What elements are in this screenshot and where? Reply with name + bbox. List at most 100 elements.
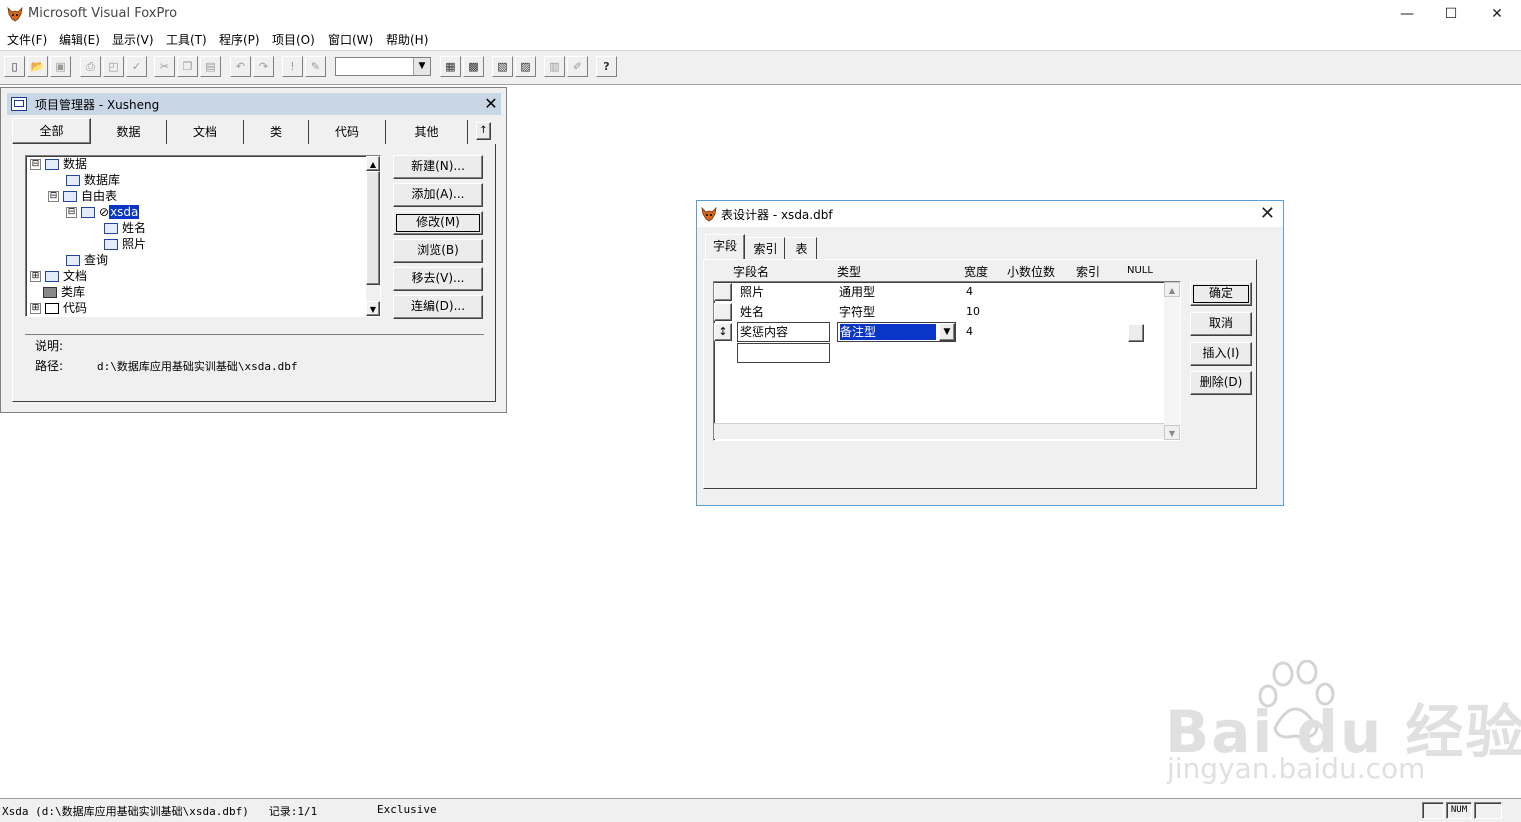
null-toggle-button[interactable] [1128, 324, 1144, 342]
collapse-tabs-button[interactable]: ↑ [476, 122, 491, 140]
menu-view[interactable]: 显示(V) [112, 31, 154, 48]
tab-indexes[interactable]: 索引 [747, 237, 785, 259]
properties-icon[interactable]: ✐ [567, 56, 588, 77]
menu-file[interactable]: 文件(F) [7, 31, 47, 48]
modify-button[interactable]: 修改(M) [393, 211, 483, 235]
fields-grid[interactable]: 照片 通用型 4 姓名 字符型 10 ↕ 奖惩内容 备注型 ▼ 4 ▲ ▼ [713, 281, 1181, 441]
field-name-cell[interactable]: 照片 [740, 283, 764, 301]
tree-item-databases[interactable]: 数据库 [66, 172, 120, 188]
tab-table[interactable]: 表 [787, 237, 817, 259]
command-window-icon[interactable]: ▥ [544, 56, 565, 77]
tab-fields[interactable]: 字段 [705, 234, 745, 260]
toolbar-combo[interactable]: ▼ [335, 57, 431, 76]
tree-scrollbar[interactable]: ▲ ▼ [366, 156, 380, 316]
menu-edit[interactable]: 编辑(E) [59, 31, 100, 48]
remove-button[interactable]: 移去(V)... [393, 267, 483, 291]
field-width-cell[interactable]: 10 [966, 303, 980, 321]
report-icon[interactable]: ▧ [492, 56, 513, 77]
menu-help[interactable]: 帮助(H) [386, 31, 428, 48]
save-icon[interactable]: ▣ [50, 56, 71, 77]
tree-item-field-photo[interactable]: 照片 [104, 236, 146, 252]
minimize-button[interactable]: — [1384, 0, 1430, 28]
project-tree[interactable]: ⊟ 数据 数据库 ⊟ 自由表 ⊟ ⊘xsda 姓名 照片 查询 ⊞ 文档 类库 ⊞ 代码 [25, 155, 381, 317]
ok-button[interactable]: 确定 [1190, 282, 1252, 306]
help-icon[interactable]: ? [596, 56, 617, 77]
tab-all[interactable]: 全部 [12, 118, 91, 144]
open-icon[interactable]: 📂 [27, 56, 48, 77]
chevron-down-icon[interactable]: ▼ [413, 58, 430, 75]
collapse-icon[interactable]: ⊟ [66, 207, 77, 218]
menu-project[interactable]: 项目(O) [272, 31, 315, 48]
scroll-up-icon[interactable]: ▲ [1164, 282, 1180, 297]
chevron-down-icon[interactable]: ▼ [939, 323, 955, 341]
menu-program[interactable]: 程序(P) [219, 31, 260, 48]
add-button[interactable]: 添加(A)... [393, 183, 483, 207]
row-selector[interactable] [714, 283, 732, 301]
insert-button[interactable]: 插入(I) [1190, 342, 1252, 366]
build-button[interactable]: 连编(D)... [393, 295, 483, 319]
project-manager-titlebar[interactable]: 项目管理器 - Xusheng ✕ [7, 93, 501, 115]
table-designer-titlebar[interactable]: 表设计器 - xsda.dbf ✕ [697, 201, 1283, 227]
spell-check-icon[interactable]: ✓ [126, 56, 147, 77]
cancel-button[interactable]: 取消 [1190, 312, 1252, 336]
undo-icon[interactable]: ↶ [230, 56, 251, 77]
field-type-cell[interactable]: 字符型 [839, 303, 875, 321]
tab-data[interactable]: 数据 [91, 120, 167, 144]
new-button[interactable]: 新建(N)... [393, 155, 483, 179]
field-name-input[interactable]: 奖惩内容 [737, 322, 830, 342]
copy-icon[interactable]: ❐ [177, 56, 198, 77]
status-bar: Xsda (d:\数据库应用基础实训基础\xsda.dbf) 记录:1/1 Ex… [0, 798, 1521, 822]
title-bar: Microsoft Visual FoxPro — ☐ ✕ [0, 0, 1521, 28]
menu-window[interactable]: 窗口(W) [328, 31, 373, 48]
run-icon[interactable]: ! [282, 56, 303, 77]
tab-other[interactable]: 其他 [386, 120, 468, 144]
tab-documents[interactable]: 文档 [167, 120, 244, 144]
new-field-input[interactable] [737, 343, 830, 363]
query-icon[interactable]: ▨ [515, 56, 536, 77]
tree-item-code[interactable]: ⊞ 代码 [30, 300, 87, 316]
scroll-up-icon[interactable]: ▲ [366, 156, 380, 171]
database-icon [66, 175, 80, 186]
paste-icon[interactable]: ▤ [200, 56, 221, 77]
close-icon[interactable]: ✕ [483, 95, 499, 113]
field-width-cell[interactable]: 4 [966, 283, 973, 301]
tree-item-documents[interactable]: ⊞ 文档 [30, 268, 87, 284]
field-type-select[interactable]: 备注型 ▼ [837, 322, 956, 342]
form-wizard-icon[interactable]: ▩ [463, 56, 484, 77]
cut-icon[interactable]: ✂ [154, 56, 175, 77]
tree-item-field-name[interactable]: 姓名 [104, 220, 146, 236]
move-row-icon[interactable]: ↕ [714, 323, 732, 341]
redo-icon[interactable]: ↷ [253, 56, 274, 77]
close-icon[interactable]: ✕ [1260, 203, 1275, 224]
print-icon[interactable]: ⎙ [80, 56, 101, 77]
maximize-button[interactable]: ☐ [1428, 0, 1474, 28]
scroll-down-icon[interactable]: ▼ [366, 301, 380, 316]
tab-code[interactable]: 代码 [309, 120, 386, 144]
row-selector[interactable] [714, 303, 732, 321]
close-button[interactable]: ✕ [1474, 0, 1520, 28]
tab-classes[interactable]: 类 [244, 120, 309, 144]
field-name-cell[interactable]: 姓名 [740, 303, 764, 321]
database-icon[interactable]: ▦ [440, 56, 461, 77]
menu-tools[interactable]: 工具(T) [166, 31, 207, 48]
tree-item-xsda[interactable]: ⊟ ⊘xsda [66, 204, 140, 220]
expand-icon[interactable]: ⊞ [30, 303, 41, 314]
scroll-down-icon[interactable]: ▼ [1164, 425, 1180, 440]
scroll-thumb[interactable] [366, 171, 380, 285]
expand-icon[interactable]: ⊞ [30, 271, 41, 282]
browse-button[interactable]: 浏览(B) [393, 239, 483, 263]
delete-button[interactable]: 删除(D) [1190, 371, 1252, 395]
field-type-cell[interactable]: 通用型 [839, 283, 875, 301]
grid-scrollbar[interactable]: ▲ ▼ [1164, 282, 1180, 440]
print-preview-icon[interactable]: ◰ [103, 56, 124, 77]
field-width-cell[interactable]: 4 [966, 323, 973, 341]
tree-item-class-libraries[interactable]: 类库 [43, 284, 85, 300]
modify-form-icon[interactable]: ✎ [305, 56, 326, 77]
new-file-icon[interactable]: ▯ [4, 56, 25, 77]
collapse-icon[interactable]: ⊟ [30, 159, 41, 170]
collapse-icon[interactable]: ⊟ [48, 191, 59, 202]
tree-item-queries[interactable]: 查询 [66, 252, 108, 268]
grid-hscrollbar[interactable] [714, 423, 1164, 439]
tree-item-data[interactable]: ⊟ 数据 [30, 156, 87, 172]
tree-item-free-tables[interactable]: ⊟ 自由表 [48, 188, 117, 204]
